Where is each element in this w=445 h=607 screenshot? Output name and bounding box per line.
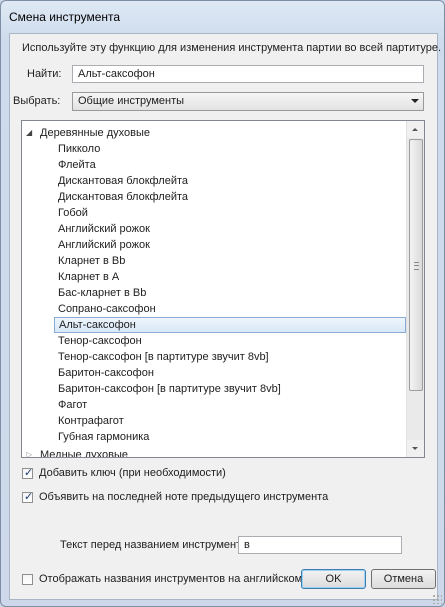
expanded-caret-icon[interactable]: ◢	[26, 125, 32, 141]
tree-item[interactable]: Баритон-саксофон	[54, 365, 406, 381]
tree-item[interactable]: Альт-саксофон	[54, 317, 406, 333]
english-names-checkbox[interactable]	[22, 574, 33, 585]
tree-group-label: Деревянные духовые	[40, 127, 150, 139]
add-clef-label: Добавить ключ (при необходимости)	[39, 467, 226, 479]
tree-item[interactable]: Пикколо	[54, 141, 406, 157]
find-label: Найти:	[27, 68, 62, 80]
instrument-set-select[interactable]: Общие инструменты	[72, 92, 424, 111]
dialog-client-area: Используйте эту функцию для изменения ин…	[9, 33, 442, 600]
english-names-label: Отображать названия инструментов на англ…	[39, 573, 303, 585]
instrument-set-value: Общие инструменты	[78, 95, 185, 107]
find-input[interactable]: Альт-саксофон	[72, 65, 424, 83]
tree-item[interactable]: Тенор-саксофон [в партитуре звучит 8vb]	[54, 349, 406, 365]
tree-item[interactable]: Английский рожок	[54, 221, 406, 237]
ok-button[interactable]: OK	[301, 569, 366, 589]
scroll-down-arrow-icon[interactable]	[407, 440, 424, 457]
choose-label: Выбрать:	[13, 95, 61, 107]
tree-item[interactable]: Дискантовая блокфлейта	[54, 173, 406, 189]
chevron-down-icon	[411, 99, 419, 103]
checkmark-icon: ✓	[24, 491, 34, 503]
tree-item[interactable]: Сопрано-саксофон	[54, 301, 406, 317]
window-title: Смена инструмента	[9, 10, 121, 24]
tree-item[interactable]: Дискантовая блокфлейта	[54, 189, 406, 205]
tree-scrollbar[interactable]	[406, 121, 424, 457]
tree-item[interactable]: Кларнет в A	[54, 269, 406, 285]
grip-icon	[414, 262, 419, 270]
announce-checkbox[interactable]: ✓	[22, 491, 34, 503]
tree-item[interactable]: Губная гармоника	[54, 429, 406, 445]
collapsed-caret-icon[interactable]: ▷	[26, 447, 32, 457]
tree-item[interactable]: Гобой	[54, 205, 406, 221]
tree-item[interactable]: Баритон-саксофон [в партитуре звучит 8vb…	[54, 381, 406, 397]
tree-item[interactable]: Бас-кларнет в Bb	[54, 285, 406, 301]
add-clef-checkbox[interactable]: ✓	[22, 467, 34, 479]
tree-item[interactable]: Тенор-саксофон	[54, 333, 406, 349]
scroll-thumb[interactable]	[409, 139, 423, 391]
announce-label: Объявить на последней ноте предыдущего и…	[39, 491, 329, 503]
tree-item[interactable]: Кларнет в Bb	[54, 253, 406, 269]
tree-item[interactable]: Фагот	[54, 397, 406, 413]
scroll-up-arrow-icon[interactable]	[407, 121, 424, 138]
checkmark-icon: ✓	[24, 467, 34, 479]
prefix-input[interactable]: в	[238, 536, 402, 554]
description-text: Используйте эту функцию для изменения ин…	[22, 42, 442, 54]
dialog-window: Смена инструмента Используйте эту функци…	[0, 0, 445, 607]
tree-item[interactable]: Флейта	[54, 157, 406, 173]
instrument-tree[interactable]: ◢ Деревянные духовые Пикколо Флейта Дискан…	[21, 120, 425, 458]
prefix-label: Текст перед названием инструмента:	[60, 539, 251, 551]
tree-item[interactable]: Контрафагот	[54, 413, 406, 429]
tree-group-label: Медные духовые	[40, 449, 129, 458]
tree-item[interactable]: Английский рожок	[54, 237, 406, 253]
cancel-button[interactable]: Отмена	[371, 569, 436, 589]
resize-grip-icon[interactable]	[432, 594, 442, 604]
